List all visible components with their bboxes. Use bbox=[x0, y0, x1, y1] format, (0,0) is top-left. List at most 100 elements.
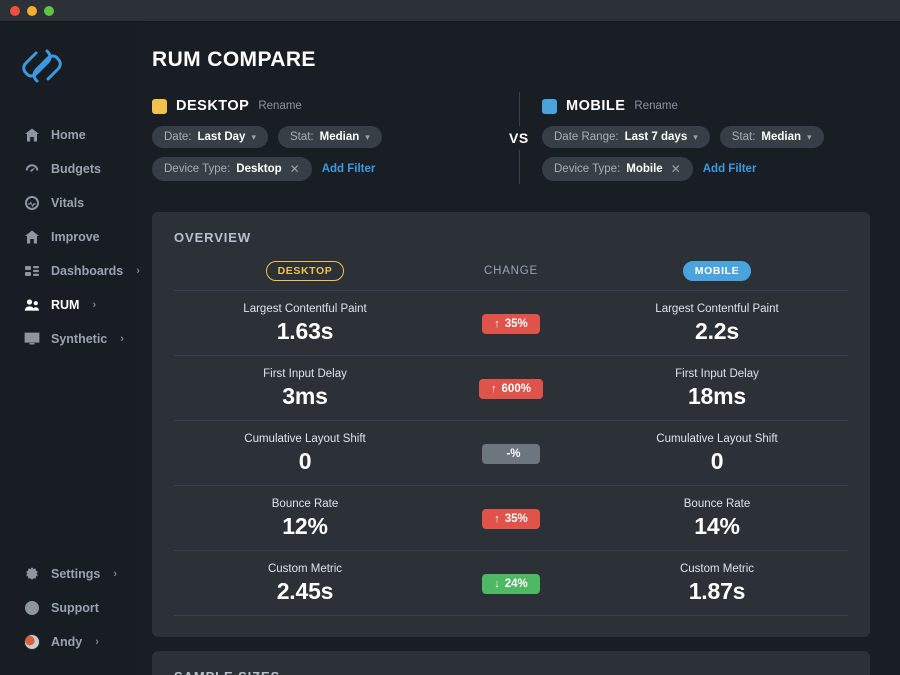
close-window-button[interactable] bbox=[10, 5, 20, 16]
change-badge: ↓ 24% bbox=[482, 574, 540, 594]
desktop-filter-row-2: Device Type: Desktop ✕ Add Filter bbox=[152, 157, 510, 181]
desktop-stat-filter[interactable]: Stat: Median ▾ bbox=[277, 126, 382, 148]
desktop-column-tag: DESKTOP bbox=[265, 261, 345, 281]
desktop-filter-row-1: Date: Last Day ▾ Stat: Median ▾ bbox=[152, 126, 510, 148]
mobile-color-swatch bbox=[542, 98, 557, 114]
change-badge: -% bbox=[482, 444, 540, 464]
mobile-date-filter[interactable]: Date Range: Last 7 days ▾ bbox=[542, 126, 710, 148]
minimize-window-button[interactable] bbox=[27, 5, 37, 16]
sample-sizes-card: SAMPLE SIZES Page Views, Desktop Page Vi… bbox=[152, 651, 870, 675]
sidebar-item-account[interactable]: Andy › bbox=[0, 625, 140, 659]
monitor-icon bbox=[24, 331, 40, 347]
remove-filter-icon[interactable]: ✕ bbox=[671, 162, 681, 176]
primary-nav: Home Budgets Vitals Improve Dashboards ›… bbox=[0, 118, 140, 356]
metric-value: 1.87s bbox=[688, 578, 746, 604]
chevron-down-icon: ▾ bbox=[251, 131, 256, 142]
desktop-rename-button[interactable]: Rename bbox=[258, 100, 301, 112]
sidebar-item-vitals[interactable]: Vitals bbox=[0, 186, 140, 220]
sidebar-item-home[interactable]: Home bbox=[0, 118, 140, 152]
app-logo-icon[interactable] bbox=[20, 44, 64, 88]
sidebar-item-label: Budgets bbox=[51, 162, 101, 176]
metric-value: 2.45s bbox=[276, 578, 334, 604]
mobile-stat-filter[interactable]: Stat: Median ▾ bbox=[719, 126, 824, 148]
change-badge: ↑ 35% bbox=[482, 509, 540, 529]
mobile-filter-row-2: Device Type: Mobile ✕ Add Filter bbox=[542, 157, 900, 181]
overview-row: Largest Contentful Paint 1.63s ↑ 35% Largest… bbox=[174, 290, 848, 355]
sidebar-item-rum[interactable]: RUM › bbox=[0, 288, 140, 322]
sidebar: Home Budgets Vitals Improve Dashboards ›… bbox=[0, 22, 140, 675]
desktop-add-filter-button[interactable]: Add Filter bbox=[322, 163, 376, 175]
people-icon bbox=[24, 297, 40, 313]
metric-name: Cumulative Layout Shift bbox=[656, 433, 778, 445]
metric-name: Bounce Rate bbox=[271, 498, 339, 510]
desktop-date-filter[interactable]: Date: Last Day ▾ bbox=[152, 126, 268, 148]
desktop-side-header: DESKTOP Rename bbox=[152, 98, 510, 114]
sidebar-item-label: Settings bbox=[51, 567, 101, 581]
mobile-side-header: MOBILE Rename bbox=[542, 98, 900, 114]
gear-icon bbox=[24, 566, 40, 582]
mobile-device-filter-value: Mobile bbox=[626, 163, 663, 175]
sidebar-item-support[interactable]: Support bbox=[0, 591, 140, 625]
title-bar bbox=[0, 0, 900, 22]
desktop-device-filter[interactable]: Device Type: Desktop ✕ bbox=[152, 157, 312, 181]
chevron-down-icon: ▾ bbox=[693, 131, 698, 142]
metric-value: 2.2s bbox=[695, 318, 739, 344]
trend-arrow-icon: ↓ bbox=[494, 577, 500, 590]
change-value: -% bbox=[506, 448, 521, 460]
metric-name: Largest Contentful Paint bbox=[655, 303, 779, 315]
metric-name: First Input Delay bbox=[675, 368, 759, 380]
mobile-metric: Largest Contentful Paint 2.2s bbox=[655, 303, 778, 345]
mobile-add-filter-button[interactable]: Add Filter bbox=[703, 163, 757, 175]
metric-name: Custom Metric bbox=[679, 563, 755, 575]
mobile-date-filter-label: Date Range: bbox=[554, 131, 619, 143]
chevron-right-icon: › bbox=[95, 636, 99, 648]
sidebar-item-budgets[interactable]: Budgets bbox=[0, 152, 140, 186]
sidebar-item-settings[interactable]: Settings › bbox=[0, 557, 140, 591]
sidebar-item-label: Vitals bbox=[51, 196, 85, 210]
metric-value: 0 bbox=[710, 448, 724, 474]
sidebar-item-label: Home bbox=[51, 128, 86, 142]
question-icon bbox=[24, 600, 40, 616]
overview-card: OVERVIEW DESKTOP CHANGE MOBILE Largest C… bbox=[152, 212, 870, 637]
metric-value: 14% bbox=[694, 513, 740, 539]
sidebar-item-label: Improve bbox=[51, 230, 100, 244]
desktop-device-filter-label: Device Type: bbox=[164, 163, 231, 175]
zoom-window-button[interactable] bbox=[44, 5, 54, 16]
page-title: RUM COMPARE bbox=[152, 48, 316, 71]
home-icon bbox=[24, 229, 40, 245]
overview-row: First Input Delay 3ms ↑ 600% First Input Del… bbox=[174, 355, 848, 420]
sidebar-item-dashboards[interactable]: Dashboards › bbox=[0, 254, 140, 288]
remove-filter-icon[interactable]: ✕ bbox=[290, 162, 300, 176]
desktop-metric: Custom Metric 2.45s bbox=[268, 563, 342, 605]
trend-arrow-icon: ↑ bbox=[494, 512, 500, 525]
main-content: RUM COMPARE DESKTOP Rename Date: Last Da… bbox=[140, 22, 900, 675]
home-icon bbox=[24, 127, 40, 143]
trend-arrow-icon: ↑ bbox=[494, 317, 500, 330]
metric-value: 0 bbox=[298, 448, 312, 474]
overview-row: Custom Metric 2.45s ↓ 24% Custom Metric 1.87s bbox=[174, 550, 848, 615]
overview-column-headers: DESKTOP CHANGE MOBILE bbox=[174, 261, 848, 290]
desktop-metric: Bounce Rate 12% bbox=[272, 498, 339, 540]
change-value: 600% bbox=[501, 383, 531, 395]
mobile-stat-filter-label: Stat: bbox=[731, 131, 756, 143]
dashboard-icon bbox=[24, 263, 40, 279]
app-window: Home Budgets Vitals Improve Dashboards ›… bbox=[0, 0, 900, 675]
desktop-metric: Cumulative Layout Shift 0 bbox=[244, 433, 365, 475]
mobile-device-filter[interactable]: Device Type: Mobile ✕ bbox=[542, 157, 693, 181]
change-value: 35% bbox=[504, 513, 528, 525]
vs-divider: VS bbox=[504, 92, 534, 184]
desktop-metric: First Input Delay 3ms bbox=[263, 368, 347, 410]
vs-label: VS bbox=[504, 126, 534, 150]
metric-value: 12% bbox=[282, 513, 328, 539]
overview-row: Cumulative Layout Shift 0 -% Cumulative Lay… bbox=[174, 420, 848, 485]
gauge-icon bbox=[24, 161, 40, 177]
sidebar-item-synthetic[interactable]: Synthetic › bbox=[0, 322, 140, 356]
chevron-right-icon: › bbox=[113, 568, 117, 580]
sidebar-item-improve[interactable]: Improve bbox=[0, 220, 140, 254]
mobile-rename-button[interactable]: Rename bbox=[634, 100, 677, 112]
sidebar-item-label: Synthetic bbox=[51, 332, 108, 346]
mobile-column-tag: MOBILE bbox=[682, 261, 752, 281]
desktop-color-swatch bbox=[152, 98, 167, 114]
mobile-metric: First Input Delay 18ms bbox=[675, 368, 759, 410]
